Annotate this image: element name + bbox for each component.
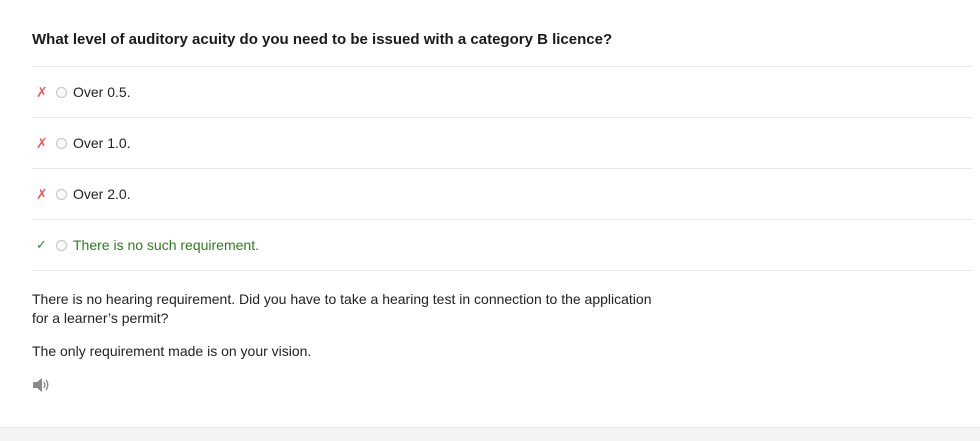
radio-button[interactable] [56, 239, 67, 251]
option-label[interactable]: Over 2.0. [73, 186, 131, 202]
explanation-paragraph: There is no hearing requirement. Did you… [32, 291, 652, 326]
divider [32, 270, 972, 271]
radio-button[interactable] [56, 188, 67, 200]
wrong-mark-icon: ✗ [36, 83, 48, 100]
explanation-paragraph: The only requirement made is on your vis… [32, 343, 312, 359]
option-label-correct[interactable]: There is no such requirement. [73, 237, 259, 253]
answer-options: ✗ Over 0.5. ✗ Over 1.0. ✗ Over 2.0. ✓ Th… [32, 66, 972, 271]
question-title: What level of auditory acuity do you nee… [32, 31, 613, 48]
answer-option-1[interactable]: ✗ Over 0.5. [32, 67, 972, 117]
wrong-mark-icon: ✗ [36, 185, 48, 202]
wrong-mark-icon: ✗ [36, 134, 48, 151]
explanation: There is no hearing requirement. Did you… [32, 290, 652, 375]
check-mark-icon: ✓ [36, 237, 47, 252]
answer-option-4[interactable]: ✓ There is no such requirement. [32, 220, 972, 270]
answer-option-2[interactable]: ✗ Over 1.0. [32, 118, 972, 168]
radio-button[interactable] [56, 86, 67, 98]
footer-bar [0, 427, 980, 441]
speaker-icon[interactable] [31, 376, 51, 394]
radio-button[interactable] [56, 137, 67, 149]
option-label[interactable]: Over 0.5. [73, 84, 131, 100]
answer-option-3[interactable]: ✗ Over 2.0. [32, 169, 972, 219]
option-label[interactable]: Over 1.0. [73, 135, 131, 151]
